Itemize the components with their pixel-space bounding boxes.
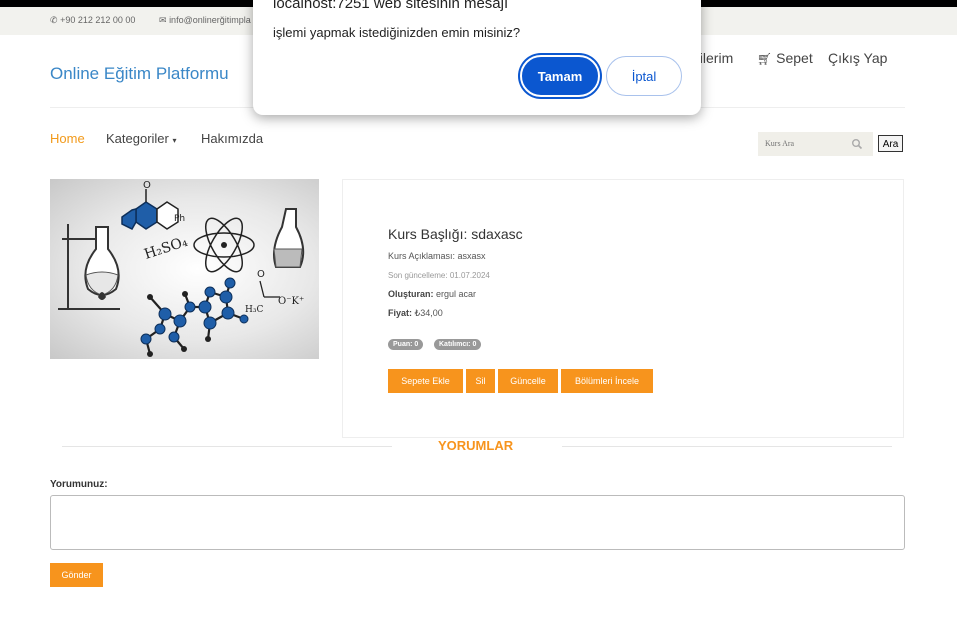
search-button[interactable]: Ara [878, 135, 903, 152]
course-description: Kurs Açıklaması: asxasx [388, 251, 486, 261]
dialog-title: localhost:7251 web sitesinin mesajı [273, 0, 509, 12]
contact-email: ✉ info@onlinerğitimpla [159, 15, 251, 26]
course-creator: Oluşturan: ergul acar [388, 289, 476, 299]
phone-icon: ✆ [50, 15, 58, 25]
comment-label: Yorumunuz: [50, 479, 108, 490]
dialog-message: işlemi yapmak istediğinizden emin misini… [273, 25, 521, 40]
update-button[interactable]: Güncelle [498, 369, 558, 393]
participants-badge: Katılımcı: 0 [434, 339, 482, 350]
course-description-value: asxasx [457, 251, 486, 261]
dialog-ok-button[interactable]: Tamam [520, 55, 600, 97]
course-title: Kurs Başlığı: sdaxasc [388, 226, 523, 242]
oxygen-label: O [143, 180, 151, 191]
search-box [758, 132, 873, 156]
comments-divider-right [562, 446, 892, 447]
contact-phone: ✆ +90 212 212 00 00 [50, 15, 135, 26]
caret-down-icon: ▾ [172, 136, 177, 145]
course-creator-value: ergul acar [436, 289, 477, 299]
cart-label: Sepet [776, 50, 813, 66]
course-price-label: Fiyat: [388, 308, 413, 318]
course-updated: Son güncelleme: 01.07.2024 [388, 271, 490, 280]
phone-text: +90 212 212 00 00 [60, 15, 136, 25]
email-text: info@onlinerğitimpla [169, 15, 251, 25]
usernav-cart[interactable]: 🛒︎ Sepet [757, 50, 813, 66]
add-to-cart-button[interactable]: Sepete Ekle [388, 369, 463, 393]
course-description-label: Kurs Açıklaması: [388, 251, 456, 261]
brand-title[interactable]: Online Eğitim Platformu [50, 64, 229, 84]
comments-divider-left [62, 446, 392, 447]
score-badge: Puan: 0 [388, 339, 424, 350]
dialog-cancel-button[interactable]: İptal [606, 56, 682, 96]
comment-textarea[interactable] [50, 495, 905, 550]
course-creator-label: Oluşturan: [388, 289, 434, 299]
ph-label: Ph [174, 214, 185, 224]
h3c-label: H₃C [245, 305, 263, 315]
search-icon [852, 139, 863, 150]
ok-label: O⁻K⁺ [278, 296, 304, 307]
course-image: O Ph H₂SO₄ O O⁻K⁺ H₃C [50, 179, 319, 359]
confirm-dialog: localhost:7251 web sitesinin mesajı işle… [253, 0, 701, 115]
usernav-logout[interactable]: Çıkış Yap [828, 50, 887, 66]
delete-button[interactable]: Sil [466, 369, 495, 393]
formula-label: H₂SO₄ [142, 234, 190, 263]
cart-icon: 🛒︎ [757, 52, 773, 66]
envelope-icon: ✉ [159, 15, 167, 25]
nav-categories[interactable]: Kategoriler ▾ [106, 131, 177, 146]
course-price-value: ₺34,00 [414, 308, 443, 318]
nav-about[interactable]: Hakımızda [201, 131, 263, 146]
submit-comment-button[interactable]: Gönder [50, 563, 103, 587]
nav-home[interactable]: Home [50, 131, 85, 146]
nav-categories-label: Kategoriler [106, 131, 169, 146]
view-sections-button[interactable]: Bölümleri İncele [561, 369, 653, 393]
search-input[interactable] [758, 132, 853, 154]
chemistry-illustration: O Ph H₂SO₄ O O⁻K⁺ H₃C [58, 180, 304, 357]
o-label: O [257, 269, 265, 280]
comments-heading: YORUMLAR [438, 438, 514, 453]
course-price: Fiyat: ₺34,00 [388, 308, 443, 319]
